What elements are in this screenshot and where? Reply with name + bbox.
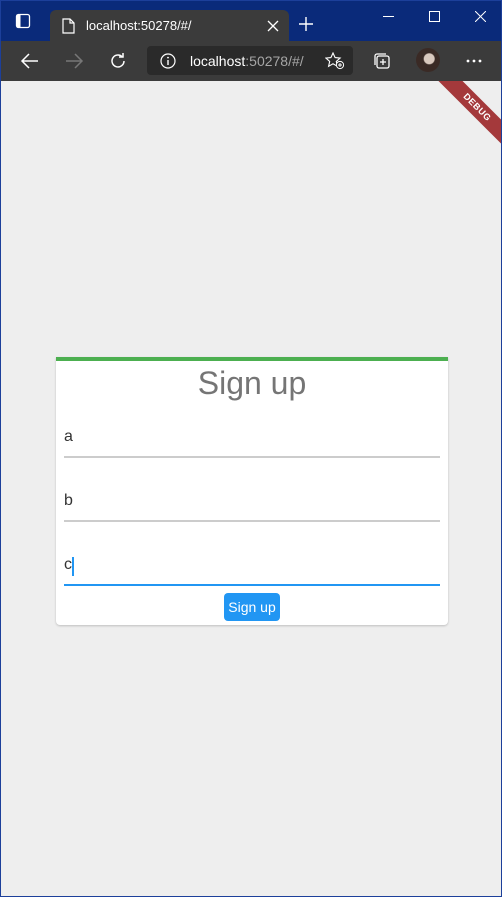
text-field-1-input[interactable]	[64, 418, 440, 456]
address-bar[interactable]: localhost:50278/#/	[147, 46, 353, 75]
profile-avatar[interactable]	[416, 48, 440, 72]
debug-banner: DEBUG	[428, 81, 501, 156]
text-field-2[interactable]	[64, 482, 440, 522]
page-icon	[61, 18, 75, 34]
text-field-2-input[interactable]	[64, 482, 440, 520]
field-underline	[64, 456, 440, 458]
add-favorite-icon[interactable]	[324, 51, 345, 70]
tab-actions-icon[interactable]	[15, 13, 31, 29]
page-viewport: DEBUG Sign up Sign up	[1, 81, 501, 896]
title-bar: localhost:50278/#/	[1, 1, 501, 41]
signup-card: Sign up Sign up	[56, 357, 448, 625]
close-icon[interactable]	[267, 19, 279, 32]
text-field-3[interactable]	[64, 546, 440, 586]
refresh-icon[interactable]	[108, 51, 128, 71]
url-path: :50278/#/	[245, 53, 304, 69]
minimize-icon[interactable]	[365, 1, 411, 33]
text-field-1[interactable]	[64, 418, 440, 458]
tab-title: localhost:50278/#/	[86, 18, 192, 33]
browser-window: localhost:50278/#/ localhost:50278/#/ DE…	[0, 0, 502, 897]
signup-button[interactable]: Sign up	[224, 593, 280, 621]
plus-icon[interactable]	[298, 16, 314, 32]
collections-icon[interactable]	[372, 51, 392, 71]
info-icon[interactable]	[160, 53, 176, 69]
url-host: localhost	[190, 53, 246, 69]
more-icon[interactable]	[464, 51, 484, 71]
close-window-icon[interactable]	[457, 1, 501, 33]
field-underline-focused	[64, 584, 440, 586]
text-field-3-input[interactable]	[64, 546, 440, 584]
page-title: Sign up	[197, 365, 307, 401]
forward-arrow-icon[interactable]	[64, 51, 84, 71]
text-cursor	[72, 557, 74, 576]
tab-active[interactable]: localhost:50278/#/	[50, 10, 289, 41]
back-arrow-icon[interactable]	[20, 51, 40, 71]
browser-toolbar: localhost:50278/#/	[1, 41, 501, 81]
field-underline	[64, 520, 440, 522]
url-text: localhost:50278/#/	[190, 53, 304, 69]
maximize-icon[interactable]	[411, 1, 457, 33]
